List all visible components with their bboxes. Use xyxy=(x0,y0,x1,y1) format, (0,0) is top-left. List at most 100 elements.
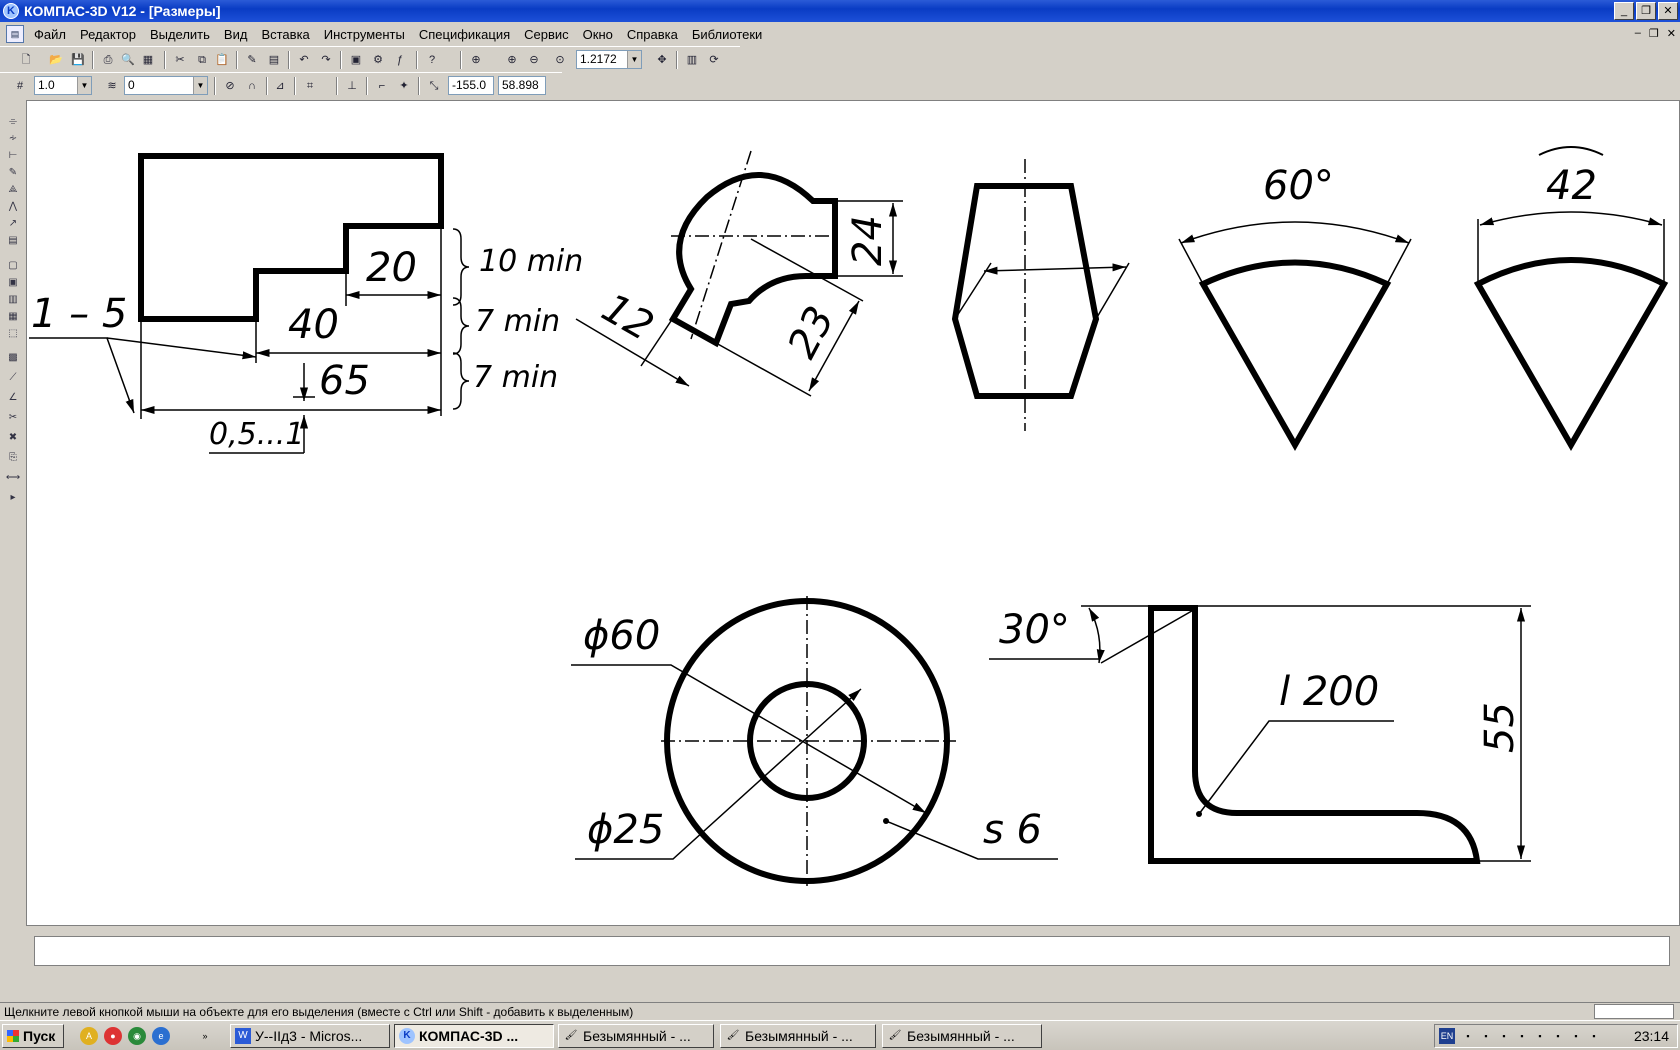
cut-icon[interactable]: ✂ xyxy=(172,52,188,68)
point-icon[interactable]: ∻ xyxy=(5,131,21,147)
spec-icon[interactable]: ▥ xyxy=(5,292,21,308)
task-paint-3[interactable]: 🖌 Безымянный - ... xyxy=(882,1024,1042,1048)
minimize-button[interactable]: _ xyxy=(1614,2,1634,20)
menu-help[interactable]: Справка xyxy=(627,27,678,42)
fx-icon[interactable]: ƒ xyxy=(392,52,408,68)
properties-field[interactable] xyxy=(34,936,1670,966)
layer-icon[interactable]: ≋ xyxy=(104,78,120,94)
report-icon[interactable]: ▦ xyxy=(5,309,21,325)
menu-insert[interactable]: Вставка xyxy=(261,27,309,42)
quicklaunch-icon-3[interactable]: ◉ xyxy=(128,1027,146,1045)
doc-close-button[interactable]: ✕ xyxy=(1667,27,1676,40)
tray-icon-5[interactable]: ▪ xyxy=(1533,1029,1547,1043)
delete-icon[interactable]: ✖ xyxy=(5,430,21,446)
tray-icon-3[interactable]: ▪ xyxy=(1497,1029,1511,1043)
task-word[interactable]: W У--IIд3 - Micros... xyxy=(230,1024,390,1048)
open-icon[interactable]: 📂 xyxy=(48,52,64,68)
quicklaunch-icon-1[interactable]: A xyxy=(80,1027,98,1045)
y-coordinate-field[interactable]: 58.898 xyxy=(498,76,546,95)
tray-icon-6[interactable]: ▪ xyxy=(1551,1029,1565,1043)
doc-minimize-button[interactable]: – xyxy=(1635,27,1641,40)
trim-icon[interactable]: ✂ xyxy=(5,410,21,426)
select-icon[interactable]: ▤ xyxy=(5,233,21,249)
quicklaunch-icon-2[interactable]: ● xyxy=(104,1027,122,1045)
x-coordinate-field[interactable]: -155.0 xyxy=(448,76,494,95)
new-icon[interactable]: 🗋 xyxy=(18,52,34,68)
clock[interactable]: 23:14 xyxy=(1634,1028,1669,1044)
restore-button[interactable]: ❐ xyxy=(1636,2,1656,20)
snap-icon[interactable]: ⊘ xyxy=(222,78,238,94)
chevron-down-icon[interactable]: ▼ xyxy=(627,51,641,68)
print-setup-icon[interactable]: ▦ xyxy=(140,52,156,68)
close-button[interactable]: ✕ xyxy=(1658,2,1678,20)
save-icon[interactable]: 💾 xyxy=(70,52,86,68)
grid-step-icon[interactable]: # xyxy=(12,78,28,94)
dimension-icon[interactable]: ⊢ xyxy=(5,148,21,164)
menu-specification[interactable]: Спецификация xyxy=(419,27,510,42)
tray-icon-8[interactable]: ▪ xyxy=(1587,1029,1601,1043)
pan-icon[interactable]: ✥ xyxy=(654,52,670,68)
measure-icon[interactable]: ↗ xyxy=(5,216,21,232)
zoom-combo[interactable]: 1.2172 ▼ xyxy=(576,50,642,69)
paste-icon[interactable]: 📋 xyxy=(214,52,230,68)
annotation-icon[interactable]: ✎ xyxy=(5,165,21,181)
doc-restore-button[interactable]: ❐ xyxy=(1649,27,1659,40)
manager-icon[interactable]: ▣ xyxy=(348,52,364,68)
tray-icon-7[interactable]: ▪ xyxy=(1569,1029,1583,1043)
symmetry-icon[interactable]: ⟷ xyxy=(5,470,21,486)
copy-icon[interactable]: ⧉ xyxy=(194,52,210,68)
tray-icon-2[interactable]: ▪ xyxy=(1479,1029,1493,1043)
library-icon[interactable]: ▤ xyxy=(266,52,282,68)
zoom-scale-icon[interactable]: ⊙ xyxy=(552,52,568,68)
ortho-icon[interactable]: ⊿ xyxy=(272,78,288,94)
macro-icon[interactable]: ⎘ xyxy=(5,450,21,466)
menu-view[interactable]: Вид xyxy=(224,27,248,42)
menu-edit[interactable]: Редактор xyxy=(80,27,136,42)
round-icon[interactable]: ⌐ xyxy=(374,78,390,94)
document-icon[interactable]: ▤ xyxy=(6,25,24,43)
task-paint-2[interactable]: 🖌 Безымянный - ... xyxy=(720,1024,876,1048)
task-kompas[interactable]: K КОМПАС-3D ... xyxy=(394,1024,554,1048)
edit-icon[interactable]: ⟁ xyxy=(5,182,21,198)
menu-file[interactable]: Файл xyxy=(34,27,66,42)
magnet-icon[interactable]: ∩ xyxy=(244,78,260,94)
expand-icon[interactable]: ▸ xyxy=(5,490,21,506)
menu-libraries[interactable]: Библиотеки xyxy=(692,27,762,42)
geometry-icon[interactable]: ⌯ xyxy=(5,114,21,130)
angle-icon[interactable]: ∠ xyxy=(5,390,21,406)
menu-select[interactable]: Выделить xyxy=(150,27,210,42)
variables-icon[interactable]: ⚙ xyxy=(370,52,386,68)
tray-icon-4[interactable]: ▪ xyxy=(1515,1029,1529,1043)
table-icon[interactable]: ▩ xyxy=(5,350,21,366)
menu-window[interactable]: Окно xyxy=(583,27,613,42)
insert-icon[interactable]: ⬚ xyxy=(5,326,21,342)
layer-combo[interactable]: 0 ▼ xyxy=(124,76,208,95)
coord-icon[interactable]: ⤡ xyxy=(426,78,442,94)
zoom-in-icon[interactable]: ⊕ xyxy=(504,52,520,68)
view-icon[interactable]: ▣ xyxy=(5,275,21,291)
redo-icon[interactable]: ↷ xyxy=(318,52,334,68)
step-combo[interactable]: 1.0 ▼ xyxy=(34,76,92,95)
ie-icon[interactable]: e xyxy=(152,1027,170,1045)
task-paint-1[interactable]: 🖌 Безымянный - ... xyxy=(558,1024,714,1048)
layers-icon[interactable]: ▥ xyxy=(684,52,700,68)
zoom-out-icon[interactable]: ⊖ xyxy=(526,52,542,68)
tray-icon-1[interactable]: ▪ xyxy=(1461,1029,1475,1043)
language-indicator[interactable]: EN xyxy=(1439,1028,1455,1044)
chevron-right-icon[interactable]: » xyxy=(196,1027,214,1045)
parametric-icon[interactable]: ⋀ xyxy=(5,199,21,215)
grid-icon[interactable]: ⌗ xyxy=(302,78,318,94)
refresh-icon[interactable]: ⟳ xyxy=(706,52,722,68)
preview-icon[interactable]: 🔍 xyxy=(120,52,136,68)
print-icon[interactable]: ⎙ xyxy=(100,52,116,68)
properties-icon[interactable]: ✎ xyxy=(244,52,260,68)
menu-service[interactable]: Сервис xyxy=(524,27,569,42)
fragment-icon[interactable]: ▢ xyxy=(5,258,21,274)
menu-tools[interactable]: Инструменты xyxy=(324,27,405,42)
undo-icon[interactable]: ↶ xyxy=(296,52,312,68)
line-icon[interactable]: ⟋ xyxy=(5,370,21,386)
chevron-down-icon[interactable]: ▼ xyxy=(193,77,207,94)
help-icon[interactable]: ? xyxy=(424,52,440,68)
drawing-canvas[interactable]: 1 – 5 20 40 65 10 min 7 min 7 min 0,5...… xyxy=(26,100,1680,926)
snap-mode-icon[interactable]: ✦ xyxy=(396,78,412,94)
